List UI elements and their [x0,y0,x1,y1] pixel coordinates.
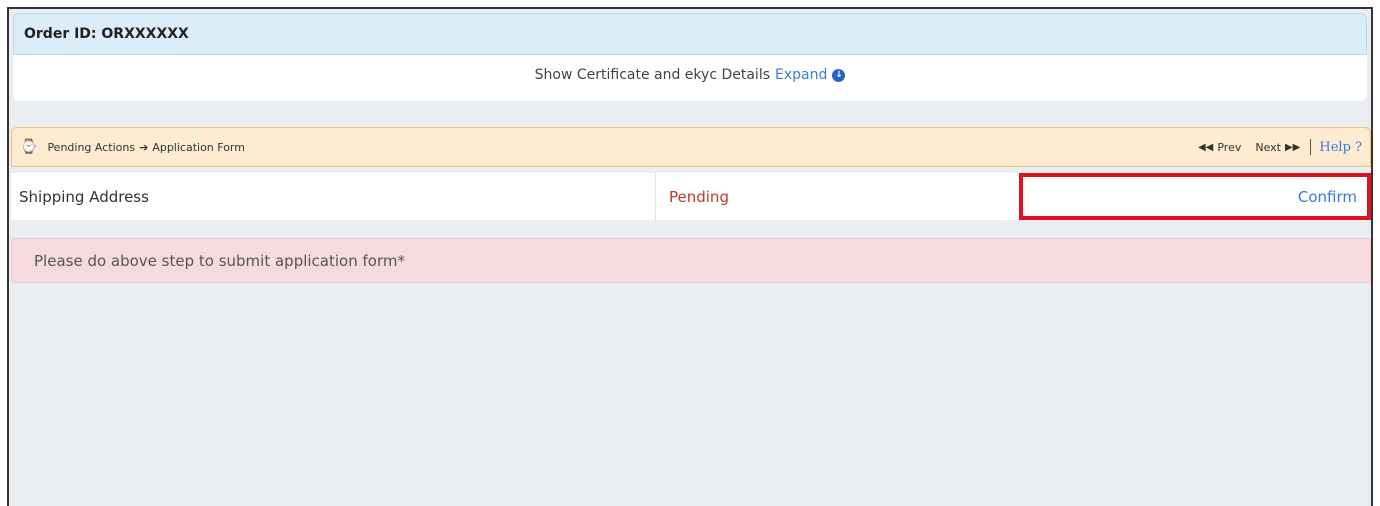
confirm-button[interactable]: Confirm [1019,173,1371,220]
prev-button[interactable]: ◀◀ Prev [1194,141,1241,154]
certificate-text: Show Certificate and ekyc Details [534,67,770,83]
expand-link[interactable]: Expand ↓ [775,67,846,83]
arrow-right-icon: ➔ [139,140,149,154]
next-button[interactable]: Next ▶▶ [1255,141,1304,154]
step-row: Shipping Address Pending Confirm [11,173,1371,220]
step-navigation: ◀◀ Prev Next ▶▶ Help ? [1194,139,1362,155]
certificate-row: Show Certificate and ekyc Details Expand… [13,55,1367,95]
step-status: Pending [669,187,729,206]
breadcrumb-current: Application Form [152,140,245,154]
double-chevron-right-icon: ▶▶ [1284,141,1301,153]
alert-message: Please do above step to submit applicati… [11,238,1371,283]
order-panel: Order ID: ORXXXXXX Show Certificate and … [13,13,1367,101]
page-frame: Order ID: ORXXXXXX Show Certificate and … [7,7,1373,506]
step-name: Shipping Address [11,173,656,220]
arrow-circle-down-icon: ↓ [832,68,846,82]
clock-icon: ⌚ [20,139,38,155]
next-label: Next [1255,140,1281,154]
breadcrumb-root: Pending Actions [47,140,136,154]
breadcrumb: Pending Actions ➔ Application Form [47,141,245,154]
help-link[interactable]: Help ? [1319,140,1362,155]
prev-label: Prev [1217,140,1242,154]
pending-actions-bar: ⌚ Pending Actions ➔ Application Form ◀◀ … [11,127,1371,167]
expand-label: Expand [775,67,828,83]
double-chevron-left-icon: ◀◀ [1197,141,1214,153]
alert-text: Please do above step to submit applicati… [34,251,405,270]
nav-separator [1310,139,1312,155]
order-header: Order ID: ORXXXXXX [13,13,1367,55]
order-id-label: Order ID: ORXXXXXX [24,26,189,42]
